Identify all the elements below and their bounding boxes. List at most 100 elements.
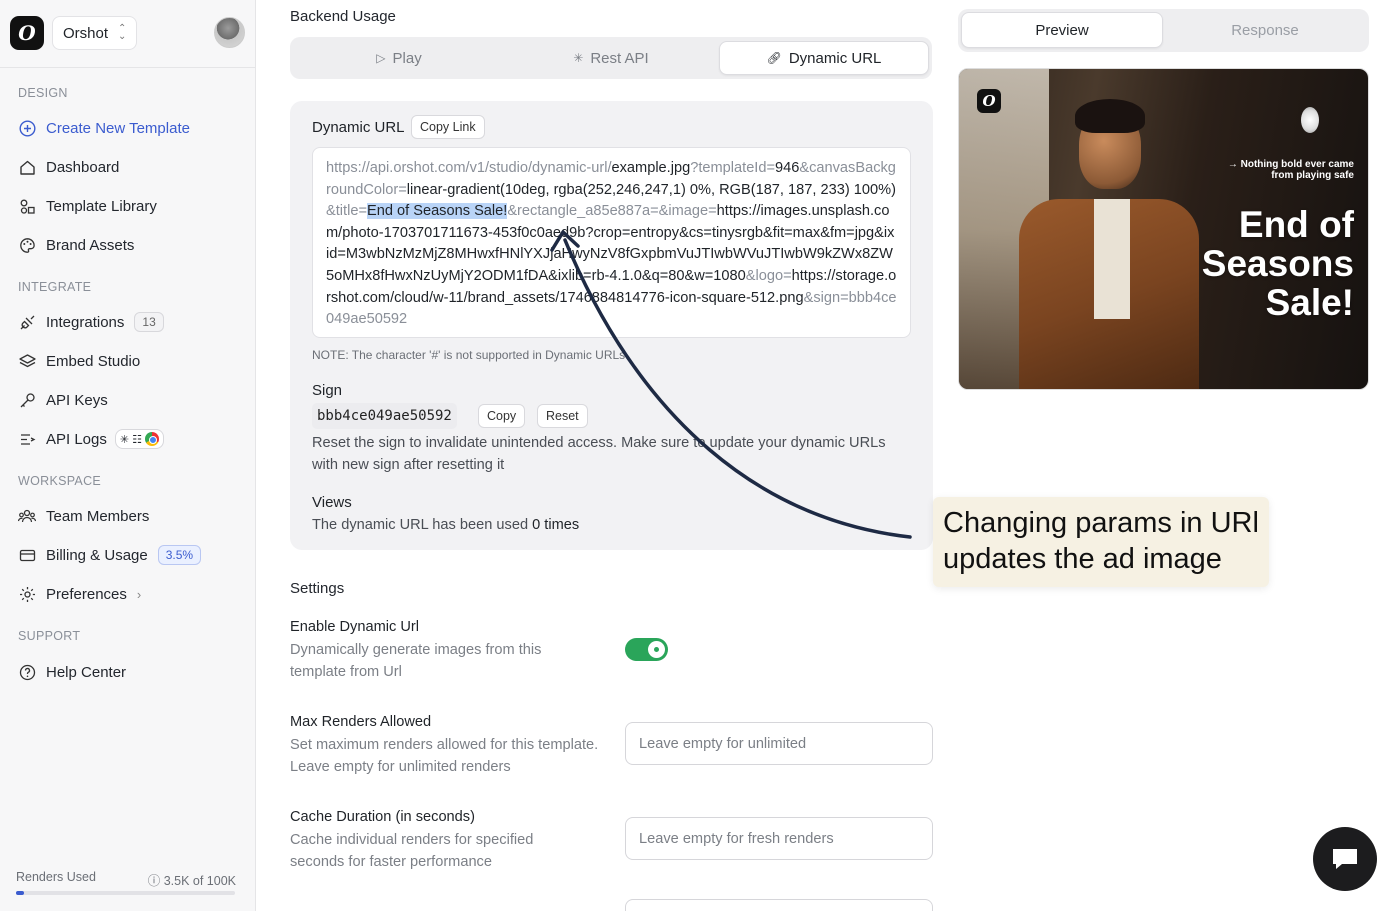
sidebar-item-label: Integrations <box>46 313 125 331</box>
shirt-shape <box>1094 199 1130 319</box>
divider <box>0 67 255 68</box>
renders-label: Renders Used <box>16 870 96 884</box>
integrations-count-badge: 13 <box>134 312 164 332</box>
tab-dynamic-url[interactable]: 🔗︎ Dynamic URL <box>719 41 929 75</box>
hair-shape <box>1075 99 1145 133</box>
reset-sign-button[interactable]: Reset <box>537 404 588 428</box>
sign-description: Reset the sign to invalidate unintended … <box>312 435 886 473</box>
sidebar-item-template-library[interactable]: Template Library <box>18 195 157 217</box>
tab-label: Rest API <box>590 49 649 67</box>
cache-duration-label: Cache Duration (in seconds) <box>290 809 475 825</box>
tab-label: Dynamic URL <box>788 49 882 67</box>
sidebar-item-api-keys[interactable]: API Keys <box>18 389 108 411</box>
max-renders-input[interactable] <box>625 722 933 765</box>
tab-response[interactable]: Response <box>1164 12 1366 48</box>
url-part: ?templateId= <box>690 160 776 176</box>
backend-usage-heading: Backend Usage <box>290 8 396 25</box>
credit-card-icon <box>18 546 36 564</box>
max-renders-desc: Set maximum renders allowed for this tem… <box>290 737 599 775</box>
views-description: The dynamic URL has been used 0 times <box>312 517 579 533</box>
plus-circle-icon <box>18 119 36 137</box>
sidebar-item-help-center[interactable]: Help Center <box>18 661 126 683</box>
enable-dynamic-url-desc: Dynamically generate images from this te… <box>290 642 542 680</box>
tab-preview[interactable]: Preview <box>961 12 1163 48</box>
annotation-callout: Changing params in URl updates the ad im… <box>933 497 1269 587</box>
sidebar-item-billing[interactable]: Billing & Usage 3.5% <box>18 544 202 566</box>
url-part: &rectangle_a85e887a=&image= <box>507 203 717 220</box>
api-log-sources: ✳ ☷ <box>114 429 164 449</box>
views-count: 0 times <box>532 517 580 533</box>
section-integrate: INTEGRATE <box>18 280 92 294</box>
sign-value: bbb4ce049ae50592 <box>312 403 457 429</box>
max-renders-label: Max Renders Allowed <box>290 714 432 730</box>
users-icon <box>18 507 36 525</box>
renders-value: 3.5K of 100K <box>163 874 236 888</box>
sidebar-item-preferences[interactable]: Preferences › <box>18 583 141 605</box>
asterisk-icon: ✳ <box>119 433 130 446</box>
copy-sign-button[interactable]: Copy <box>478 404 526 428</box>
asterisk-icon: ✳ <box>573 51 584 65</box>
copy-link-button[interactable]: Copy Link <box>411 115 485 139</box>
url-part: &logo= <box>745 267 792 284</box>
section-workspace: WORKSPACE <box>18 474 102 488</box>
url-note: NOTE: The character '#' is not supported… <box>312 348 626 362</box>
dynamic-url-text[interactable]: https://api.orshot.com/v1/studio/dynamic… <box>312 147 911 338</box>
sidebar-item-label: Preferences <box>46 585 127 603</box>
url-part: 946 <box>775 160 800 176</box>
enable-dynamic-url-label: Enable Dynamic Url <box>290 619 419 635</box>
preview-tabs: Preview Response <box>958 9 1369 52</box>
sidebar-item-label: Template Library <box>46 197 157 215</box>
sidebar-item-label: Brand Assets <box>46 236 135 254</box>
renders-value-wrap: ⓘ 3.5K of 100K <box>148 870 236 889</box>
tab-play[interactable]: ▷ Play <box>294 41 504 75</box>
chat-support-button[interactable] <box>1313 827 1377 891</box>
cache-duration-input[interactable] <box>625 817 933 860</box>
sidebar-item-label: Team Members <box>46 507 150 525</box>
orshot-logo-icon[interactable]: O <box>10 16 44 50</box>
usage-tabs: ▷ Play ✳ Rest API 🔗︎ Dynamic URL <box>290 37 932 79</box>
settings-heading: Settings <box>290 580 345 597</box>
billing-usage-badge: 3.5% <box>157 545 202 565</box>
additional-setting-input[interactable] <box>625 899 933 911</box>
sidebar-item-team-members[interactable]: Team Members <box>18 505 149 527</box>
renders-progress-bar <box>16 891 235 895</box>
brand: O Orshot ⌃ ⌄ <box>10 16 138 50</box>
tab-label: Play <box>392 49 422 67</box>
layers-icon <box>18 352 36 370</box>
robot-icon: ☷ <box>132 433 142 446</box>
toggle-knob <box>648 641 665 658</box>
sidebar-item-label: API Logs <box>46 430 107 448</box>
preview-logo-icon: O <box>977 89 1001 113</box>
ad-image-preview: O → Nothing bold ever came from playing … <box>958 68 1369 390</box>
sidebar-item-brand-assets[interactable]: Brand Assets <box>18 234 134 256</box>
tab-rest-api[interactable]: ✳ Rest API <box>506 41 716 75</box>
home-icon <box>18 158 36 176</box>
org-switcher[interactable]: Orshot ⌃ ⌄ <box>52 16 138 50</box>
sidebar: O Orshot ⌃ ⌄ DESIGN Create New Template D… <box>0 0 256 911</box>
org-name: Orshot <box>63 24 109 42</box>
sidebar-item-label: Embed Studio <box>46 352 141 370</box>
preview-tagline: → Nothing bold ever came from playing sa… <box>1227 159 1354 181</box>
gear-icon <box>18 585 36 603</box>
enable-dynamic-url-toggle[interactable] <box>625 638 668 661</box>
preview-title: End of Seasons Sale! <box>1201 204 1354 323</box>
link-icon: 🔗︎ <box>766 51 782 65</box>
sidebar-item-integrations[interactable]: Integrations 13 <box>18 311 164 333</box>
url-part: linear-gradient(10deg, rgba(252,246,247,… <box>406 181 896 198</box>
url-part: &title= <box>326 203 367 220</box>
sidebar-item-api-logs[interactable]: API Logs ✳ ☷ <box>18 428 164 450</box>
key-icon <box>18 391 36 409</box>
help-circle-icon <box>18 663 36 681</box>
chrome-icon <box>144 432 159 446</box>
sidebar-item-embed-studio[interactable]: Embed Studio <box>18 350 140 372</box>
avatar[interactable] <box>214 17 245 48</box>
plug-icon <box>18 313 36 331</box>
chevron-updown-icon: ⌃ ⌄ <box>118 23 127 42</box>
sidebar-item-dashboard[interactable]: Dashboard <box>18 156 119 178</box>
chat-icon <box>1333 849 1357 869</box>
lamp-shape <box>1301 107 1319 133</box>
dynamic-url-card: Dynamic URL Copy Link https://api.orshot… <box>290 101 933 550</box>
sidebar-item-create-template[interactable]: Create New Template <box>18 117 190 139</box>
dynamic-url-label: Dynamic URL <box>312 119 405 136</box>
play-icon: ▷ <box>376 51 386 65</box>
